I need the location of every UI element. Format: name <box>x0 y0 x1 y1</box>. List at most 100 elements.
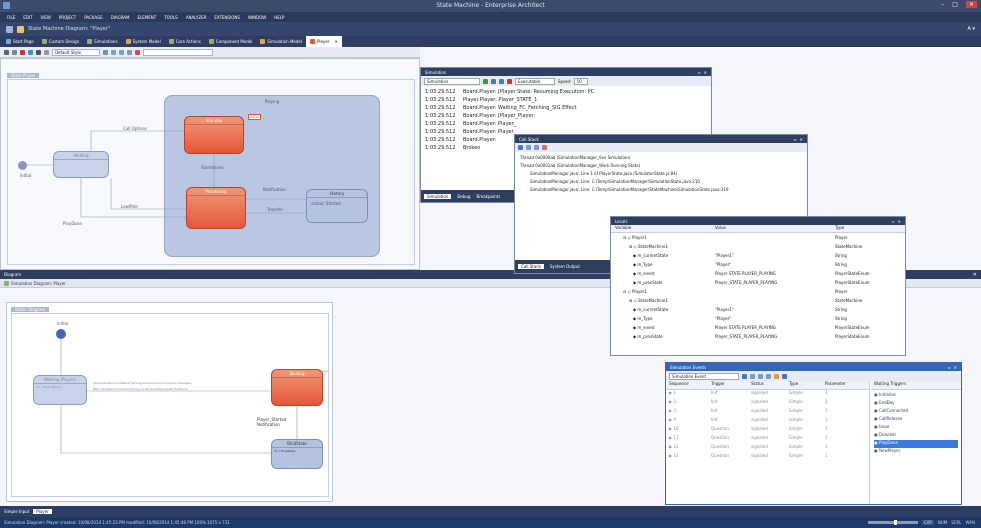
pane-close-icon[interactable]: ✕ <box>973 272 977 278</box>
waiting-trigger-item[interactable]: ▣ CallRelease <box>874 416 958 424</box>
event-row[interactable]: ▶ 11 Question signaled Simple 1 <box>666 435 869 444</box>
waiting-trigger-item[interactable]: ▣ CallConnected <box>874 408 958 416</box>
pause-icon[interactable] <box>491 78 496 84</box>
minimize-button[interactable]: – <box>941 1 944 8</box>
add-event-icon[interactable] <box>742 373 747 379</box>
close-icon[interactable]: ✕ <box>954 365 957 370</box>
menu-view[interactable]: VIEW <box>37 15 53 20</box>
layout-icon[interactable] <box>103 49 108 55</box>
call-stack-line[interactable]: SimulationManager.java: Line 1 of Player… <box>520 171 802 179</box>
tab-core-actions[interactable]: Core Actions <box>165 36 205 47</box>
menu-window[interactable]: WINDOW <box>245 15 269 20</box>
event-row[interactable]: ▶ 3 Init signaled Simple 1 <box>666 408 869 417</box>
line-icon[interactable] <box>36 49 41 55</box>
menu-edit[interactable]: EDIT <box>20 15 35 20</box>
step-icon[interactable] <box>499 78 504 84</box>
close-tab-icon[interactable]: ✕ <box>334 39 337 44</box>
locals-row[interactable]: ⊟ ◇ Player1 Player <box>615 235 901 244</box>
locals-row[interactable]: ◆ m_event Player STATE PLAYER_PLAYING Play… <box>615 271 901 280</box>
close-icon[interactable]: ✕ <box>898 219 901 224</box>
down-icon[interactable] <box>766 373 771 379</box>
close-icon[interactable]: ✕ <box>800 137 803 142</box>
waiting-trigger-item[interactable]: ▣ Initialize <box>874 392 958 400</box>
locals-row[interactable]: ◆ m_currentState "Player1" String <box>615 253 901 262</box>
tab-component-model[interactable]: Component Model <box>205 36 257 47</box>
tab-simple-input[interactable]: Simple Input <box>4 509 29 514</box>
tab-custom-design[interactable]: Custom Design <box>38 36 83 47</box>
waiting-trigger-item[interactable]: ▣ DoneInit <box>874 432 958 440</box>
delete-icon[interactable] <box>135 49 140 55</box>
tab-simulations[interactable]: Simulations <box>83 36 121 47</box>
bottom-diagram-canvas[interactable]: State: Diagram Initial Waiting (Player) … <box>6 302 333 502</box>
trigger-icon[interactable] <box>774 373 779 379</box>
font-icon[interactable] <box>4 49 9 55</box>
runtime-dropdown[interactable]: Executable <box>515 77 555 85</box>
menu-diagram[interactable]: DIAGRAM <box>108 15 133 20</box>
close-button[interactable]: ✕ <box>965 1 977 8</box>
menu-element[interactable]: ELEMENT <box>135 15 160 20</box>
settings-icon[interactable] <box>782 373 787 379</box>
toolbar-field[interactable] <box>143 48 213 56</box>
tab-player[interactable]: Player ✕ <box>305 36 342 47</box>
copy-icon[interactable] <box>526 145 531 150</box>
tab-system-model[interactable]: System Model <box>122 36 165 47</box>
save-icon[interactable] <box>518 145 523 150</box>
remove-event-icon[interactable] <box>750 373 755 379</box>
event-row[interactable]: ▶ 10 Question signaled Simple 1 <box>666 426 869 435</box>
filter-icon[interactable] <box>542 145 547 150</box>
menu-extensions[interactable]: EXTENSIONS <box>211 15 243 20</box>
menu-project[interactable]: PROJECT <box>56 15 79 20</box>
top-diagram-canvas[interactable]: State Player Playing Initial Waiting Sta… <box>0 58 420 270</box>
call-stack-line[interactable]: SimulationManager.java: Line: C:\Temp\Si… <box>520 187 802 195</box>
grid-icon[interactable] <box>111 49 116 55</box>
locals-row[interactable]: ⊟ ◇ Player1 Player <box>615 289 901 298</box>
pin-icon[interactable]: ▫ <box>948 365 951 370</box>
call-stack-line[interactable]: SimulationManager.java: Line: C:\Temp\Si… <box>520 179 802 187</box>
maximize-button[interactable]: □ <box>952 1 958 8</box>
event-row[interactable]: ▶ 12 Question signaled Simple 1 <box>666 444 869 453</box>
tab-start-page[interactable]: Start Page <box>2 36 38 47</box>
pin-icon[interactable]: ▫ <box>892 219 895 224</box>
tab-breakpoints[interactable]: Breakpoints <box>476 194 500 199</box>
call-stack-line[interactable]: Thread 0x0001ab (SimulationManager_Work … <box>520 163 802 171</box>
locals-row[interactable]: ⊞ ◇ StateMachine1 StateMachine <box>615 298 901 307</box>
menu-help[interactable]: HELP <box>271 15 287 20</box>
tab-player-bottom[interactable]: Player <box>33 509 52 514</box>
run-icon[interactable] <box>483 78 488 84</box>
tab-system-output[interactable]: System Output <box>550 264 580 269</box>
menu-analyzer[interactable]: ANALYZER <box>183 15 210 20</box>
font-dropdown[interactable]: Default Style <box>52 48 100 56</box>
event-row[interactable]: ▶ 13 Question signaled Simple 1 <box>666 453 869 462</box>
arrange-icon[interactable] <box>127 49 132 55</box>
waiting-trigger-item[interactable]: ▣ Issue <box>874 424 958 432</box>
simulation-dropdown[interactable]: Simulation <box>424 77 480 85</box>
waiting-trigger-item[interactable]: ▣ NewPlayer <box>874 448 958 456</box>
refresh-icon[interactable] <box>534 145 539 150</box>
locals-row[interactable]: ◆ m_Type "Player" String <box>615 316 901 325</box>
locals-row[interactable]: ◆ m_currentState "Player1" String <box>615 307 901 316</box>
waiting-trigger-item[interactable]: ▣ PlayDone <box>874 440 958 448</box>
folder-icon[interactable] <box>17 25 24 33</box>
tab-call-stack[interactable]: Call Stack <box>518 264 544 269</box>
tab-simulation[interactable]: Simulation <box>424 193 452 199</box>
locals-row[interactable]: ◆ m_prevState Player_STATE_PLAYER_PLAYING… <box>615 280 901 289</box>
stop-icon[interactable] <box>507 78 512 84</box>
menu-package[interactable]: PACKAGE <box>81 15 105 20</box>
tab-simulation-model[interactable]: Simulation Model <box>256 36 306 47</box>
menu-tools[interactable]: TOOLS <box>161 15 181 20</box>
zoom-slider[interactable] <box>867 520 918 525</box>
events-filter-dropdown[interactable]: Simulation Event <box>669 372 739 380</box>
call-stack-line[interactable]: Thread 0x0000ab (SimulationManager_0xx S… <box>520 155 802 163</box>
pin-icon[interactable]: ▫ <box>698 70 701 75</box>
color-icon[interactable] <box>20 49 25 55</box>
bold-icon[interactable] <box>12 49 17 55</box>
locals-row[interactable]: ⊞ ◇ StateMachine1 StateMachine <box>615 244 901 253</box>
event-row[interactable]: ▶ 1 Init signaled Simple 1 <box>666 390 869 399</box>
locals-row[interactable]: ◆ m_prevState Player_STATE_PLAYER_PLAYING… <box>615 334 901 343</box>
event-row[interactable]: ▶ 4 Init signaled Simple 1 <box>666 417 869 426</box>
locals-row[interactable]: ◆ m_event Player STATE PLAYER_PLAYING Play… <box>615 325 901 334</box>
tab-debug[interactable]: Debug <box>457 194 470 199</box>
up-icon[interactable] <box>758 373 763 379</box>
fill-icon[interactable] <box>28 49 33 55</box>
event-row[interactable]: ▶ 2 Init signaled Simple 1 <box>666 399 869 408</box>
